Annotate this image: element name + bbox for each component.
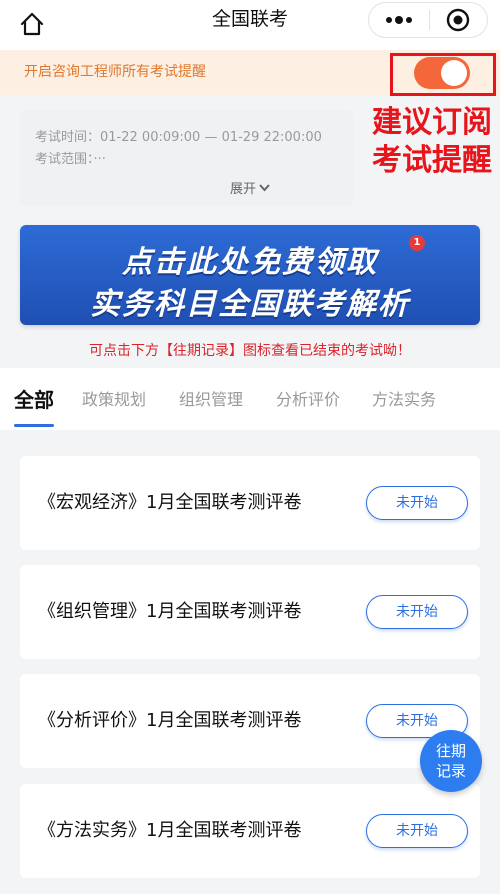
exam-time-value: 01-22 00:09:00 — 01-29 22:00:00 <box>100 130 322 145</box>
expand-label: 展开 <box>230 182 257 197</box>
subscribe-label: 开启咨询工程师所有考试提醒 <box>24 64 206 80</box>
target-icon <box>447 8 470 32</box>
exam-name: 《组织管理》1月全国联考测评卷 <box>38 601 302 622</box>
exam-card[interactable]: 《宏观经济》1月全国联考测评卷 未开始 <box>20 456 480 550</box>
exam-status-button[interactable]: 未开始 <box>366 486 468 520</box>
history-records-button[interactable]: 往期 记录 <box>420 730 482 792</box>
exam-status-button[interactable]: 未开始 <box>366 595 468 629</box>
tab-all[interactable]: 全部 <box>14 384 54 413</box>
exam-info-card: 考试时间：01-22 00:09:00 — 01-29 22:00:00 考试范… <box>20 110 354 206</box>
exam-scope-row: 考试范围：··· <box>35 148 106 167</box>
more-button[interactable] <box>369 3 429 37</box>
tab-analysis-evaluation[interactable]: 分析评价 <box>276 386 340 410</box>
exam-time-label: 考试时间： <box>35 130 101 145</box>
exam-scope-label: 考试范围： <box>35 152 94 167</box>
exam-card[interactable]: 《分析评价》1月全国联考测评卷 未开始 <box>20 674 480 768</box>
tab-policy-planning[interactable]: 政策规划 <box>82 386 146 410</box>
exam-scope-value: ··· <box>93 152 106 167</box>
exam-time-row: 考试时间：01-22 00:09:00 — 01-29 22:00:00 <box>35 126 322 145</box>
exam-card[interactable]: 《组织管理》1月全国联考测评卷 未开始 <box>20 565 480 659</box>
exam-status-button[interactable]: 未开始 <box>366 814 468 848</box>
active-tab-indicator <box>14 424 54 427</box>
promo-banner[interactable]: 点击此处免费领取 实务科目全国联考解析 1 <box>20 225 480 325</box>
exam-name: 《分析评价》1月全国联考测评卷 <box>38 710 302 731</box>
more-dots-icon <box>385 16 412 24</box>
history-label-line-1: 往期 <box>435 742 466 760</box>
chevron-down-icon <box>259 183 270 191</box>
tab-methods-practice[interactable]: 方法实务 <box>372 386 436 410</box>
history-label-line-2: 记录 <box>435 762 466 780</box>
tab-organization-management[interactable]: 组织管理 <box>179 386 243 410</box>
mini-program-capsule <box>368 2 488 38</box>
close-program-button[interactable] <box>429 3 487 37</box>
exam-card[interactable]: 《方法实务》1月全国联考测评卷 未开始 <box>20 784 480 878</box>
banner-line-2: 实务科目全国联考解析 <box>90 287 410 322</box>
banner-badge: 1 <box>409 235 425 251</box>
category-tabs: 全部 政策规划 组织管理 分析评价 方法实务 <box>0 368 500 430</box>
history-tip: 可点击下方【往期记录】图标查看已结束的考试呦！ <box>89 343 411 359</box>
expand-button[interactable]: 展开 <box>230 178 270 197</box>
annotation-highlight-box <box>390 53 496 96</box>
exam-name: 《宏观经济》1月全国联考测评卷 <box>38 492 302 513</box>
annotation-text: 建议订阅考试提醒 <box>372 105 492 178</box>
exam-name: 《方法实务》1月全国联考测评卷 <box>38 820 302 841</box>
top-bar: 全国联考 <box>0 0 500 50</box>
page: 全国联考 开启咨询工程师所有考试提醒 建议订阅考试提醒 考试时间：01-22 0… <box>0 0 500 894</box>
